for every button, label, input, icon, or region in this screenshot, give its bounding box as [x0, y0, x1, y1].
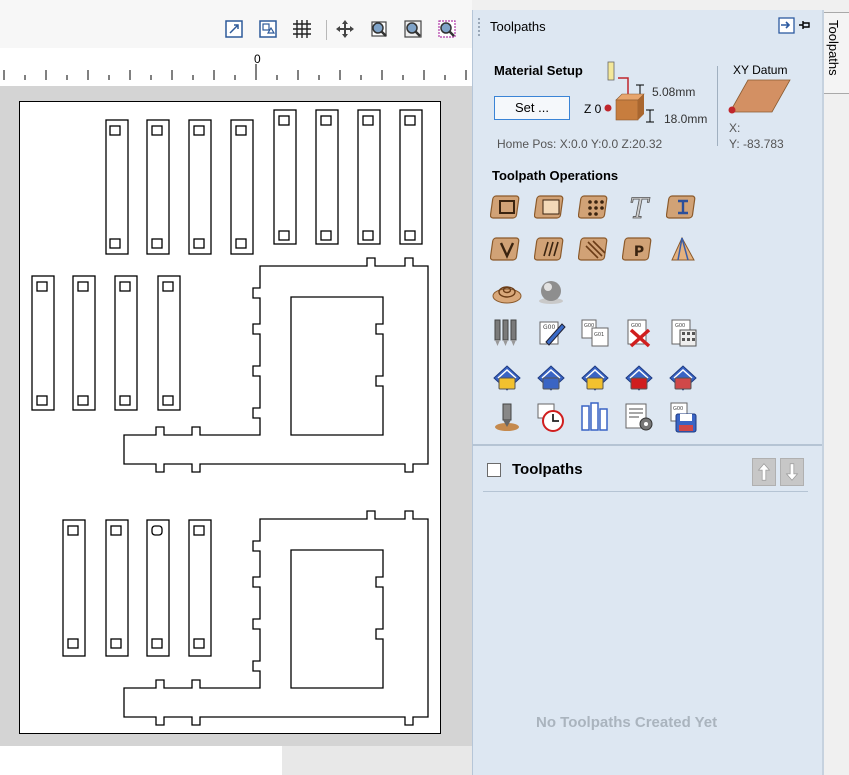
part-slot-14: [105, 519, 129, 657]
prism-carve-toolpath-icon[interactable]: P: [621, 232, 656, 266]
toolpath-template-icon[interactable]: [622, 358, 656, 392]
side-tab-label: Toolpaths: [826, 20, 841, 76]
engraving-toolpath-icon[interactable]: T: [622, 190, 656, 226]
save-toolpath-folder-icon[interactable]: [490, 358, 524, 392]
panel-grip[interactable]: [478, 18, 482, 36]
toolpaths-list-separator: [483, 491, 808, 492]
svg-text:G00: G00: [631, 323, 641, 329]
toolpath-operations-grid: T P G00 G00 G01 G00 G00 G00: [489, 190, 710, 440]
save-nested-icon[interactable]: [666, 358, 700, 392]
arrow-up-icon: [757, 463, 771, 481]
datum-y-label: Y: -83.783: [729, 137, 784, 151]
fit-to-view-icon[interactable]: [223, 18, 245, 40]
edit-toolpath-icon[interactable]: G00: [534, 316, 568, 350]
pocket-toolpath-icon[interactable]: [533, 190, 568, 224]
merge-toolpaths-icon[interactable]: [490, 316, 524, 350]
move-up-button[interactable]: [752, 458, 776, 486]
home-position-readout: Home Pos: X:0.0 Y:0.0 Z:20.32: [497, 137, 663, 151]
toolpaths-empty-message: No Toolpaths Created Yet: [536, 714, 718, 731]
inlay-toolpath-icon[interactable]: [665, 190, 700, 224]
arrow-down-icon: [785, 463, 799, 481]
toolpath-settings-icon[interactable]: [622, 400, 656, 434]
toolpath-operations-title: Toolpath Operations: [492, 168, 619, 183]
move-down-button[interactable]: [780, 458, 804, 486]
part-slot-1: [105, 119, 129, 255]
save-toolpath-icon[interactable]: [534, 358, 568, 392]
zoom-in-icon[interactable]: [368, 18, 390, 40]
part-slot-12: [157, 275, 181, 411]
panel-edge: [822, 10, 824, 775]
save-all-icon[interactable]: G00: [666, 400, 700, 434]
drilling-toolpath-icon[interactable]: [577, 190, 612, 224]
svg-text:G01: G01: [594, 332, 604, 338]
thickness-value: 18.0mm: [664, 112, 708, 126]
panel-divider[interactable]: [472, 444, 822, 446]
part-slot-4: [230, 119, 254, 255]
toolpaths-visibility-checkbox[interactable]: [487, 463, 501, 477]
part-frame-1: [123, 257, 429, 473]
part-slot-2: [146, 119, 170, 255]
zoom-box-icon[interactable]: [257, 18, 279, 40]
estimate-time-icon[interactable]: G00: [666, 316, 700, 350]
pan-icon[interactable]: [334, 18, 356, 40]
part-slot-10: [72, 275, 96, 411]
part-slot-7: [357, 109, 381, 245]
clearance-value: 5.08mm: [652, 85, 696, 99]
preview-toolpath-icon[interactable]: [490, 400, 524, 434]
svg-text:G00: G00: [675, 323, 685, 329]
part-slot-15: [146, 519, 170, 657]
datum-x-label: X:: [729, 121, 741, 135]
dock-panel-icon[interactable]: [778, 17, 795, 34]
z-zero-marker: [604, 104, 612, 112]
texture-toolpath-icon[interactable]: [577, 232, 612, 266]
toolpaths-list-title: Toolpaths: [512, 461, 583, 478]
time-estimate-icon[interactable]: [534, 400, 568, 434]
panel-dock-controls: [777, 16, 813, 36]
toolbar-separator: [326, 20, 327, 40]
vector-drawing[interactable]: [0, 86, 472, 746]
part-slot-11: [114, 275, 138, 411]
grid-icon[interactable]: [291, 18, 313, 40]
material-separator: [717, 66, 718, 146]
horizontal-ruler: 0: [0, 48, 472, 87]
save-visible-icon[interactable]: [578, 358, 612, 392]
xy-datum-title: XY Datum: [733, 63, 788, 77]
pin-icon[interactable]: [799, 21, 810, 29]
fluting-toolpath-icon[interactable]: [533, 232, 568, 266]
status-strip-right: [282, 746, 472, 775]
z-zero-label: Z 0: [584, 102, 602, 116]
panel-title: Toolpaths: [490, 19, 546, 34]
svg-text:G00: G00: [584, 323, 594, 329]
tool-icon: [607, 61, 615, 81]
machining-order-icon[interactable]: [578, 400, 612, 434]
zoom-selection-icon[interactable]: [436, 18, 458, 40]
svg-text:G00: G00: [673, 406, 683, 412]
delete-toolpath-icon[interactable]: G00: [622, 316, 656, 350]
profile-toolpath-icon[interactable]: [489, 190, 524, 224]
moulding-toolpath-icon[interactable]: [666, 232, 700, 266]
material-setup-title: Material Setup: [494, 63, 583, 78]
3d-roughing-toolpath-icon[interactable]: [490, 274, 524, 308]
svg-text:P: P: [634, 244, 644, 260]
part-slot-5: [273, 109, 297, 245]
xy-datum-diagram[interactable]: [726, 78, 794, 116]
part-slot-16: [188, 519, 212, 657]
material-set-button[interactable]: Set ...: [494, 96, 570, 120]
part-slot-6: [315, 109, 339, 245]
svg-text:T: T: [630, 192, 651, 224]
part-slot-9: [31, 275, 55, 411]
part-slot-8: [399, 109, 423, 245]
svg-text:G00: G00: [543, 324, 555, 331]
part-slot-13: [62, 519, 86, 657]
part-slot-3: [188, 119, 212, 255]
3d-finishing-toolpath-icon[interactable]: [534, 274, 568, 308]
ruler-zero-label: 0: [254, 52, 261, 66]
status-strip: [0, 746, 282, 775]
zoom-out-icon[interactable]: [402, 18, 424, 40]
vcarve-toolpath-icon[interactable]: [489, 232, 524, 266]
recalculate-icon[interactable]: G00 G01: [578, 316, 612, 350]
